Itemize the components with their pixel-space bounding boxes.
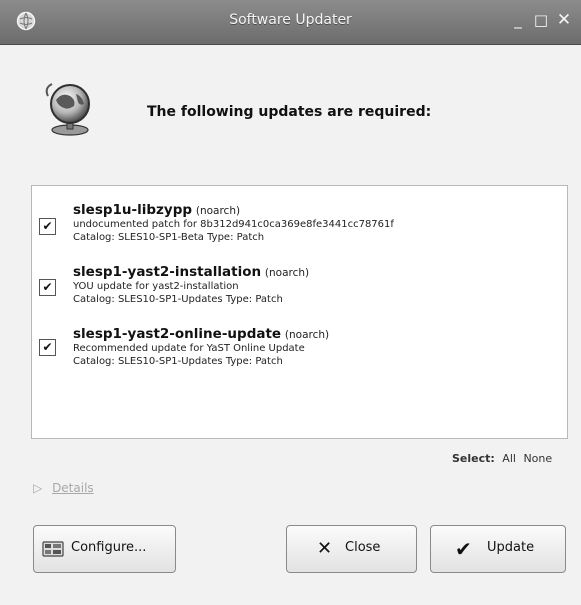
close-x-icon: ✕ [317,538,333,559]
configure-label: Configure... [71,540,147,555]
package-catalog: Catalog: SLES10-SP1-Beta Type: Patch [73,232,265,243]
minimize-button[interactable]: _ [509,11,527,29]
select-all-link[interactable]: All [502,452,516,465]
configure-button[interactable]: Configure... [33,525,176,573]
package-catalog: Catalog: SLES10-SP1-Updates Type: Patch [73,294,283,305]
close-button[interactable]: ✕ Close [286,525,417,573]
close-label: Close [345,540,381,555]
package-name: slesp1u-libzypp [73,202,193,218]
list-item[interactable]: ✔ slesp1u-libzypp (noarch) undocumented … [32,202,567,264]
package-description: Recommended update for YaST Online Updat… [73,343,305,354]
package-name: slesp1-yast2-installation [73,264,262,280]
checkmark-icon: ✔ [455,537,472,561]
expander-triangle-icon: ▷ [33,481,43,495]
configure-icon [42,541,64,557]
list-item[interactable]: ✔ slesp1-yast2-installation (noarch) YOU… [32,264,567,326]
details-expander[interactable]: ▷ Details [33,481,94,495]
update-button[interactable]: ✔ Update [430,525,566,573]
updates-list[interactable]: ✔ slesp1u-libzypp (noarch) undocumented … [31,185,568,439]
details-label: Details [52,481,94,495]
select-label: Select: [452,452,495,465]
window-title: Software Updater [229,12,352,28]
maximize-button[interactable]: □ [532,11,550,29]
package-catalog: Catalog: SLES10-SP1-Updates Type: Patch [73,356,283,367]
select-row: Select: All None [452,452,552,465]
list-item[interactable]: ✔ slesp1-yast2-online-update (noarch) Re… [32,326,567,388]
header-text: The following updates are required: [147,104,432,120]
package-description: YOU update for yast2-installation [73,281,239,292]
package-arch: (noarch) [284,329,330,341]
title-bar[interactable]: Software Updater _ □ ✕ [0,0,581,45]
update-checkbox[interactable]: ✔ [39,218,56,235]
update-label: Update [487,540,535,555]
package-name: slesp1-yast2-online-update [73,326,282,342]
globe-network-icon [45,83,90,136]
close-window-button[interactable]: ✕ [555,11,573,29]
package-arch: (noarch) [195,205,241,217]
update-checkbox[interactable]: ✔ [39,279,56,296]
package-arch: (noarch) [264,267,310,279]
update-checkbox[interactable]: ✔ [39,339,56,356]
package-description: undocumented patch for 8b312d941c0ca369e… [73,219,394,230]
select-none-link[interactable]: None [523,452,552,465]
